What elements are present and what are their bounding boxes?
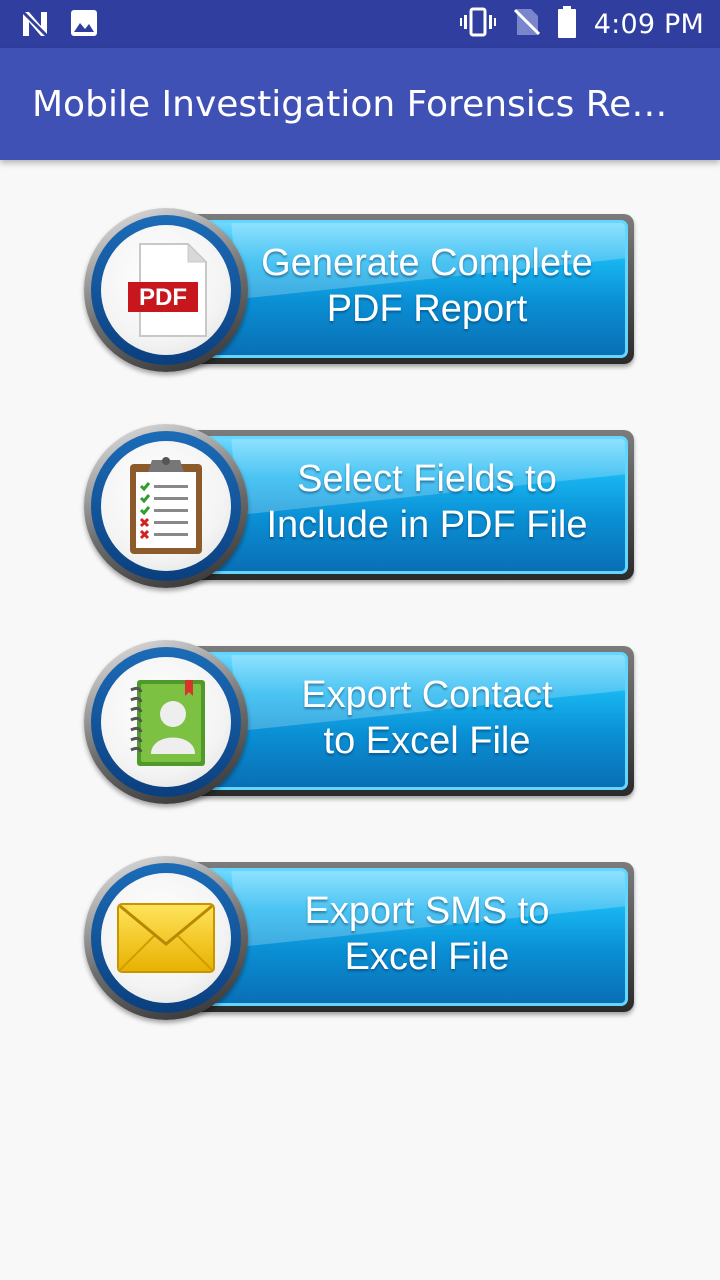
export-contact-button[interactable]: Export Contact to Excel File bbox=[84, 640, 640, 808]
no-sim-icon bbox=[513, 7, 540, 41]
button-label-line2: PDF Report bbox=[326, 288, 528, 330]
battery-icon bbox=[557, 6, 576, 42]
status-bar-left bbox=[20, 9, 98, 43]
select-fields-button[interactable]: Select Fields to Include in PDF File bbox=[84, 424, 640, 592]
generate-pdf-report-button[interactable]: Generate Complete PDF Report PDF bbox=[84, 208, 640, 376]
button-label: Generate Complete PDF Report bbox=[234, 208, 620, 364]
app-bar: Mobile Investigation Forensics Re… bbox=[0, 48, 720, 160]
pdf-file-icon: PDF bbox=[128, 242, 208, 337]
notification-n-icon bbox=[20, 9, 50, 43]
button-label-line1: Export SMS to bbox=[304, 890, 550, 932]
button-icon-circle bbox=[84, 424, 248, 588]
app-title: Mobile Investigation Forensics Re… bbox=[32, 84, 668, 125]
button-label-line1: Generate Complete bbox=[261, 242, 593, 284]
pdf-badge-text: PDF bbox=[139, 284, 187, 311]
image-icon bbox=[70, 9, 98, 43]
export-sms-button[interactable]: Export SMS to Excel File bbox=[84, 856, 640, 1024]
status-bar-right: 4:09 PM bbox=[459, 6, 704, 42]
envelope-icon bbox=[117, 903, 215, 973]
button-label: Export Contact to Excel File bbox=[234, 640, 620, 796]
button-label-line2: Include in PDF File bbox=[266, 504, 588, 546]
clipboard-checklist-icon bbox=[130, 457, 202, 554]
status-bar: 4:09 PM bbox=[0, 0, 720, 48]
button-label: Select Fields to Include in PDF File bbox=[234, 424, 620, 580]
button-icon-circle bbox=[84, 640, 248, 804]
button-label-line2: Excel File bbox=[344, 936, 510, 978]
button-icon-circle: PDF bbox=[84, 208, 248, 372]
button-icon-circle bbox=[84, 856, 248, 1020]
vibrate-icon bbox=[459, 7, 496, 41]
button-label: Export SMS to Excel File bbox=[234, 856, 620, 1012]
button-label-line1: Select Fields to bbox=[297, 458, 557, 500]
contact-book-icon bbox=[130, 680, 205, 766]
status-time: 4:09 PM bbox=[593, 8, 704, 40]
button-label-line2: to Excel File bbox=[323, 720, 531, 762]
button-label-line1: Export Contact bbox=[301, 674, 553, 716]
